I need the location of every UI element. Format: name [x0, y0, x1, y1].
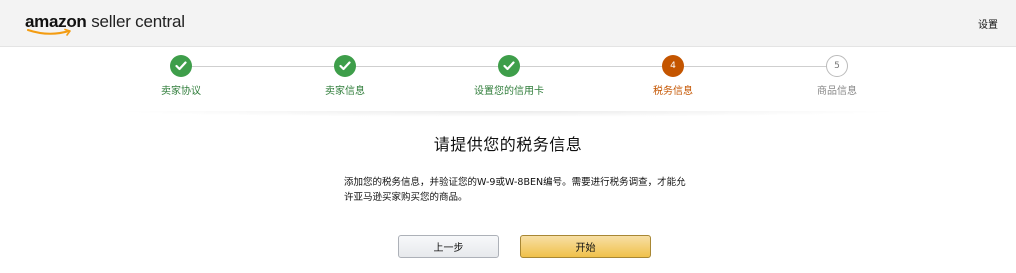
section-divider	[110, 111, 906, 117]
step-complete-check-icon	[334, 55, 356, 77]
tax-info-description: 添加您的税务信息，并验证您的W-9或W-8BEN编号。需要进行税务调查，才能允许…	[344, 177, 686, 203]
step-label: 卖家信息	[325, 86, 365, 97]
step-tax-info: 4 税务信息	[628, 55, 718, 97]
logo-product: seller central	[91, 12, 185, 31]
step-product-info: 5 商品信息	[792, 55, 882, 97]
step-credit-card: 设置您的信用卡	[464, 55, 554, 97]
amazon-smile-icon	[27, 28, 71, 36]
step-seller-info: 卖家信息	[300, 55, 390, 97]
step-complete-check-icon	[498, 55, 520, 77]
step-label: 税务信息	[653, 86, 693, 97]
progress-stepper: 卖家协议 卖家信息 设置您的信用卡 4 税务信息 5 商品信息	[0, 46, 1016, 106]
back-button[interactable]: 上一步	[398, 235, 499, 258]
step-label: 设置您的信用卡	[474, 86, 544, 97]
settings-link[interactable]: 设置	[978, 16, 998, 31]
step-seller-agreement: 卖家协议	[136, 55, 226, 97]
step-number: 4	[662, 55, 684, 77]
page-title: 请提供您的税务信息	[433, 135, 583, 154]
step-label: 卖家协议	[161, 86, 201, 97]
top-bar: amazon seller central 设置	[0, 0, 1016, 47]
start-button[interactable]: 开始	[520, 235, 651, 258]
step-complete-check-icon	[170, 55, 192, 77]
step-number: 5	[826, 55, 848, 77]
step-label: 商品信息	[817, 86, 857, 97]
